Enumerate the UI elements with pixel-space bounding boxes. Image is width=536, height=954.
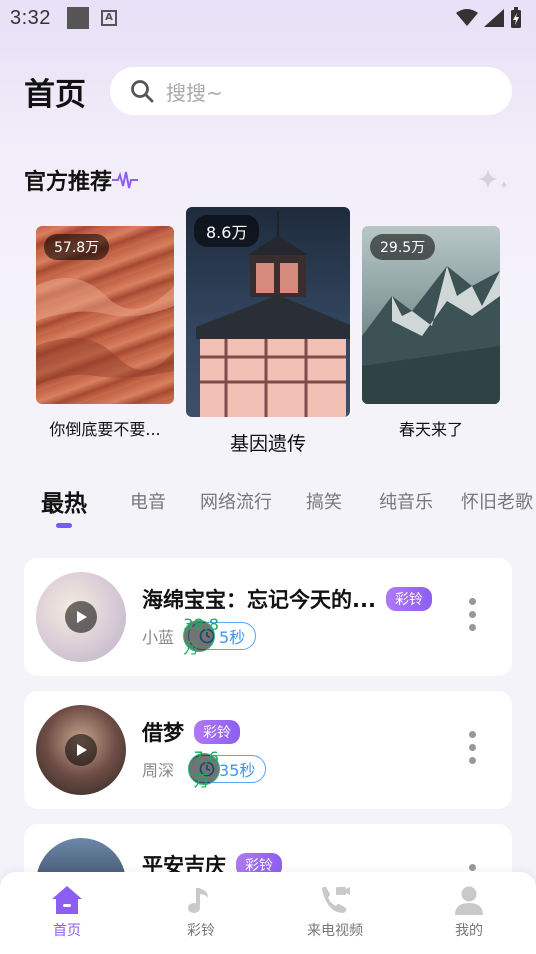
ringtone-tag: 彩铃: [385, 587, 432, 611]
mountain-image: 29.5万: [362, 226, 500, 404]
phone-video-icon: [322, 886, 350, 913]
play-count-badge: 38.8万: [183, 615, 219, 657]
canyon-image: 57.8万: [36, 226, 174, 404]
category-tabs: 最热 电音 网络流行 搞笑 纯音乐 怀旧老歌: [0, 488, 536, 528]
header: 首页 搜搜~: [24, 66, 512, 116]
music-note-icon: [188, 888, 208, 913]
tab-funny[interactable]: 搞笑: [306, 488, 342, 514]
active-tab-indicator: [56, 523, 72, 528]
play-count-badge: 57.8万: [44, 234, 110, 260]
signal-icon: [484, 9, 504, 27]
song-cover: [36, 705, 126, 795]
search-placeholder: 搜搜~: [166, 80, 223, 105]
section-title: 官方推荐: [24, 170, 113, 195]
sparkle-icon[interactable]: [476, 167, 512, 193]
wifi-icon: [456, 9, 478, 26]
search-icon: [131, 80, 154, 103]
soundwave-icon: [112, 171, 139, 189]
recommend-section-header: 官方推荐: [24, 164, 512, 196]
bottom-navigation: 首页 彩铃 来电视频 我的: [0, 872, 536, 954]
tab-oldies[interactable]: 怀旧老歌: [461, 488, 533, 514]
song-card[interactable]: 借梦 彩铃 周深 35秒 7.6万: [24, 691, 512, 809]
play-button[interactable]: [65, 601, 97, 633]
song-card[interactable]: 海绵宝宝：忘记今天的... 彩铃 小蓝 5秒 38.8万: [24, 558, 512, 676]
keyboard-icon: A: [100, 10, 117, 26]
nav-home[interactable]: 首页: [0, 872, 134, 954]
page-title: 首页: [24, 76, 86, 113]
play-button[interactable]: [65, 734, 97, 766]
recommend-card[interactable]: 29.5万 春天来了: [362, 226, 500, 440]
recommend-caption: 基因遗传: [229, 433, 306, 455]
song-cover: [36, 572, 126, 662]
home-icon: [52, 886, 82, 914]
play-count-badge: 29.5万: [370, 234, 436, 260]
recommend-caption: 春天来了: [398, 420, 463, 439]
song-title: 海绵宝宝：忘记今天的...: [142, 588, 376, 612]
search-input[interactable]: 搜搜~: [110, 67, 512, 115]
battery-icon: [511, 7, 521, 28]
gazebo-image: 8.6万: [186, 207, 350, 417]
recommend-card[interactable]: 57.8万 你倒底要不要...: [36, 226, 174, 440]
nav-profile[interactable]: 我的: [402, 872, 536, 954]
more-options-icon[interactable]: [469, 731, 476, 764]
tab-hot[interactable]: 最热: [41, 484, 87, 528]
recommend-card[interactable]: 8.6万 基因遗传: [186, 207, 350, 456]
nav-call-video[interactable]: 来电视频: [268, 872, 402, 954]
notification-icon: [66, 7, 89, 29]
play-icon: [77, 611, 87, 623]
song-artist: 小蓝: [142, 628, 175, 647]
tab-pop[interactable]: 网络流行: [200, 488, 272, 514]
status-time: 3:32: [10, 6, 51, 29]
recommend-caption: 你倒底要不要...: [49, 420, 161, 439]
tab-pure-music[interactable]: 纯音乐: [379, 488, 433, 514]
user-icon: [455, 886, 483, 915]
tab-electronic[interactable]: 电音: [130, 488, 166, 514]
status-bar: 3:32 A: [0, 0, 536, 36]
play-count-badge: 7.6万: [188, 748, 221, 790]
play-count-badge: 8.6万: [194, 215, 260, 247]
more-options-icon[interactable]: [469, 598, 476, 631]
song-artist: 周深: [142, 761, 175, 780]
ringtone-tag: 彩铃: [194, 720, 240, 744]
play-icon: [77, 744, 87, 756]
nav-ringtone[interactable]: 彩铃: [134, 872, 268, 954]
song-title: 借梦: [142, 721, 184, 745]
